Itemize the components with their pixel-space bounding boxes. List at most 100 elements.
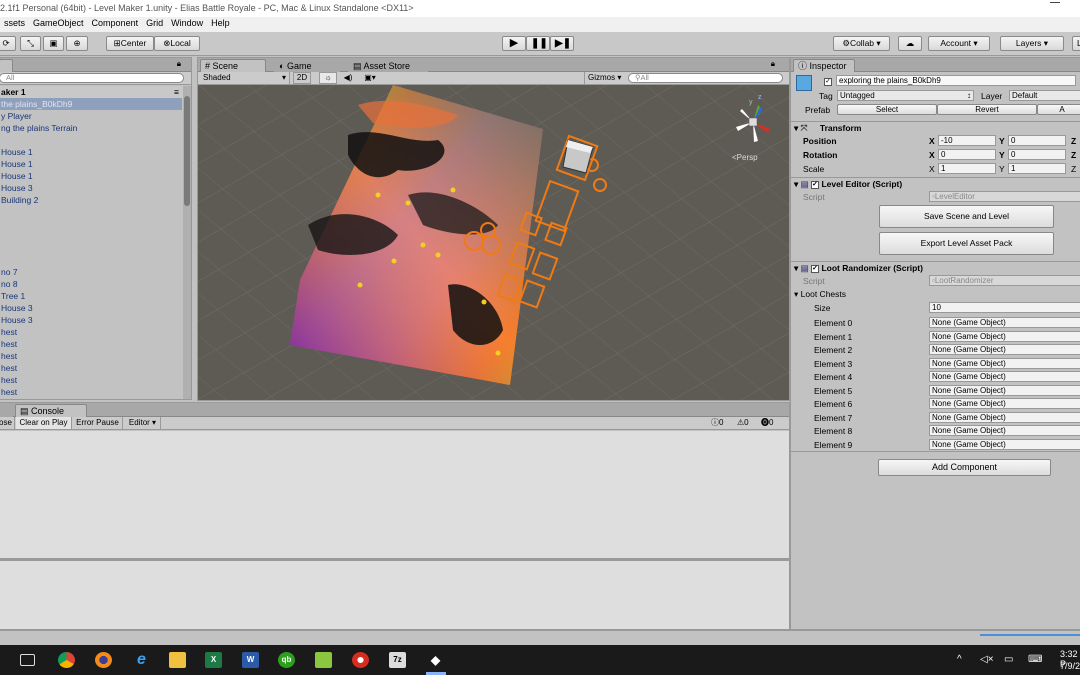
- transform-header[interactable]: ▾ ⤧ Transform: [791, 121, 1080, 134]
- checkbox-icon[interactable]: ✓: [811, 180, 820, 189]
- clock-date[interactable]: 7/9/2: [1060, 661, 1080, 671]
- loot-chests-foldout[interactable]: ▾ Loot Chests: [794, 289, 846, 300]
- volume-icon[interactable]: ◁×: [980, 654, 994, 665]
- scale-x-field[interactable]: 1: [938, 163, 996, 174]
- network-icon[interactable]: ▭: [1004, 654, 1013, 665]
- scene-header[interactable]: aker 1 ≡: [0, 86, 183, 98]
- hierarchy-item[interactable]: no 8: [0, 278, 182, 290]
- menu-window[interactable]: Window: [167, 17, 207, 28]
- scene-viewport[interactable]: y z <Persp: [198, 85, 789, 400]
- pivot-center-button[interactable]: ⊞Center: [106, 36, 154, 51]
- menu-gameobject[interactable]: GameObject: [29, 17, 88, 28]
- hierarchy-item[interactable]: hest: [0, 386, 182, 398]
- prefab-apply-button[interactable]: A: [1037, 104, 1080, 115]
- size-field[interactable]: 10: [929, 302, 1080, 313]
- layer-dropdown[interactable]: Default: [1009, 90, 1080, 101]
- console-detail-area[interactable]: [0, 561, 789, 629]
- hierarchy-item[interactable]: hest: [0, 326, 182, 338]
- scale-y-field[interactable]: 1: [1008, 163, 1066, 174]
- pivot-local-button[interactable]: ⊗Local: [154, 36, 200, 51]
- rect-tool-button[interactable]: ▣: [43, 36, 64, 51]
- hierarchy-item[interactable]: House 3: [0, 182, 182, 194]
- hierarchy-item[interactable]: hest: [0, 350, 182, 362]
- persp-label[interactable]: <Persp: [732, 153, 758, 162]
- add-component-button[interactable]: Add Component: [878, 459, 1051, 476]
- hierarchy-scrollbar[interactable]: [183, 86, 191, 399]
- hierarchy-item[interactable]: hest: [0, 338, 182, 350]
- 2d-toggle[interactable]: 2D: [293, 72, 311, 84]
- hierarchy-item[interactable]: Building 2: [0, 194, 182, 206]
- prefab-revert-button[interactable]: Revert: [937, 104, 1037, 115]
- loot-randomizer-header[interactable]: ▾ ▤ ✓ Loot Randomizer (Script): [791, 261, 1080, 274]
- collab-button[interactable]: ⚙Collab ▾: [833, 36, 890, 51]
- editor-dropdown[interactable]: Editor ▾: [125, 417, 161, 429]
- tag-dropdown[interactable]: Untagged ↕: [837, 90, 974, 101]
- loot-element-field[interactable]: None (Game Object): [929, 411, 1080, 423]
- rotation-y-field[interactable]: 0: [1008, 149, 1066, 160]
- loot-element-field[interactable]: None (Game Object): [929, 344, 1080, 355]
- layers-dropdown[interactable]: Layers ▾: [1000, 36, 1064, 51]
- hierarchy-item[interactable]: no 7: [0, 266, 182, 278]
- gizmos-dropdown[interactable]: Gizmos ▾: [584, 72, 624, 84]
- lighting-toggle[interactable]: ☼: [319, 72, 337, 84]
- chrome-icon[interactable]: [58, 652, 75, 668]
- tab-inspector[interactable]: ⓘ Inspector: [793, 59, 855, 72]
- file-explorer-icon[interactable]: [169, 652, 186, 668]
- chrome-red-icon[interactable]: [352, 652, 369, 668]
- hierarchy-item[interactable]: House 3: [0, 302, 182, 314]
- rotate-tool-button[interactable]: ⟳: [0, 36, 16, 51]
- tab-asset-store[interactable]: ▤ Asset Store: [348, 59, 428, 72]
- hierarchy-item[interactable]: House 1: [0, 170, 182, 182]
- active-checkbox[interactable]: ✓: [824, 76, 832, 86]
- object-name-field[interactable]: exploring the plains_B0kDh9: [836, 75, 1076, 86]
- hierarchy-item[interactable]: the plains_B0kDh9: [0, 98, 182, 110]
- loot-element-field[interactable]: None (Game Object): [929, 438, 1080, 450]
- unity-icon[interactable]: ◆: [427, 652, 444, 668]
- hierarchy-item[interactable]: hest: [0, 362, 182, 374]
- warning-count-toggle[interactable]: ⚠0: [737, 417, 759, 429]
- lock-icon[interactable]: 🔒︎: [177, 59, 181, 69]
- chevron-up-icon[interactable]: ^: [957, 654, 962, 665]
- scrollbar-thumb[interactable]: [184, 96, 190, 206]
- hierarchy-item[interactable]: House 3: [0, 314, 182, 326]
- hierarchy-item[interactable]: ng the plains Terrain: [0, 122, 182, 134]
- level-editor-header[interactable]: ▾ ▤ ✓ Level Editor (Script): [791, 177, 1080, 190]
- position-y-field[interactable]: 0: [1008, 135, 1066, 146]
- tab-hierarchy[interactable]: [0, 59, 13, 72]
- error-pause-toggle[interactable]: Error Pause: [73, 417, 123, 429]
- minimize-button[interactable]: [1050, 2, 1060, 8]
- hierarchy-item[interactable]: y Player: [0, 110, 182, 122]
- loot-element-field[interactable]: None (Game Object): [929, 371, 1080, 382]
- hierarchy-search-input[interactable]: All: [0, 73, 184, 83]
- 7zip-icon[interactable]: 7z: [389, 652, 406, 668]
- console-log-area[interactable]: [0, 431, 789, 558]
- cloud-button[interactable]: ☁: [898, 36, 922, 51]
- play-button[interactable]: ▶: [502, 36, 526, 51]
- account-dropdown[interactable]: Account ▾: [928, 36, 990, 51]
- menu-component[interactable]: Component: [88, 17, 143, 28]
- word-icon[interactable]: W: [242, 652, 259, 668]
- menu-grid[interactable]: Grid: [142, 17, 167, 28]
- export-level-asset-pack-button[interactable]: Export Level Asset Pack: [879, 232, 1054, 255]
- keyboard-icon[interactable]: ⌨: [1028, 654, 1042, 665]
- lock-icon[interactable]: 🔒︎: [771, 59, 775, 69]
- scene-search-input[interactable]: ⚲All: [628, 73, 783, 83]
- hierarchy-item[interactable]: Tree 1: [0, 290, 182, 302]
- rotation-x-field[interactable]: 0: [938, 149, 996, 160]
- transform-tool-button[interactable]: ⊕: [66, 36, 88, 51]
- error-count-toggle[interactable]: ⓿0: [761, 417, 783, 429]
- tab-console[interactable]: ▤ Console: [15, 404, 87, 417]
- menu-assets[interactable]: ssets: [0, 17, 29, 28]
- scene-menu-icon[interactable]: ≡: [174, 86, 179, 98]
- task-view-icon[interactable]: [20, 654, 35, 666]
- tab-project[interactable]: [0, 404, 13, 417]
- firefox-icon[interactable]: [95, 652, 112, 668]
- loot-element-field[interactable]: None (Game Object): [929, 398, 1080, 409]
- orientation-gizmo[interactable]: y z <Persp: [728, 94, 778, 167]
- scale-tool-button[interactable]: ⤡: [20, 36, 41, 51]
- loot-element-field[interactable]: None (Game Object): [929, 317, 1080, 328]
- excel-icon[interactable]: X: [205, 652, 222, 668]
- info-count-toggle[interactable]: ⓘ0: [711, 417, 733, 429]
- audio-toggle[interactable]: ◀): [339, 72, 357, 84]
- loot-element-field[interactable]: None (Game Object): [929, 330, 1080, 342]
